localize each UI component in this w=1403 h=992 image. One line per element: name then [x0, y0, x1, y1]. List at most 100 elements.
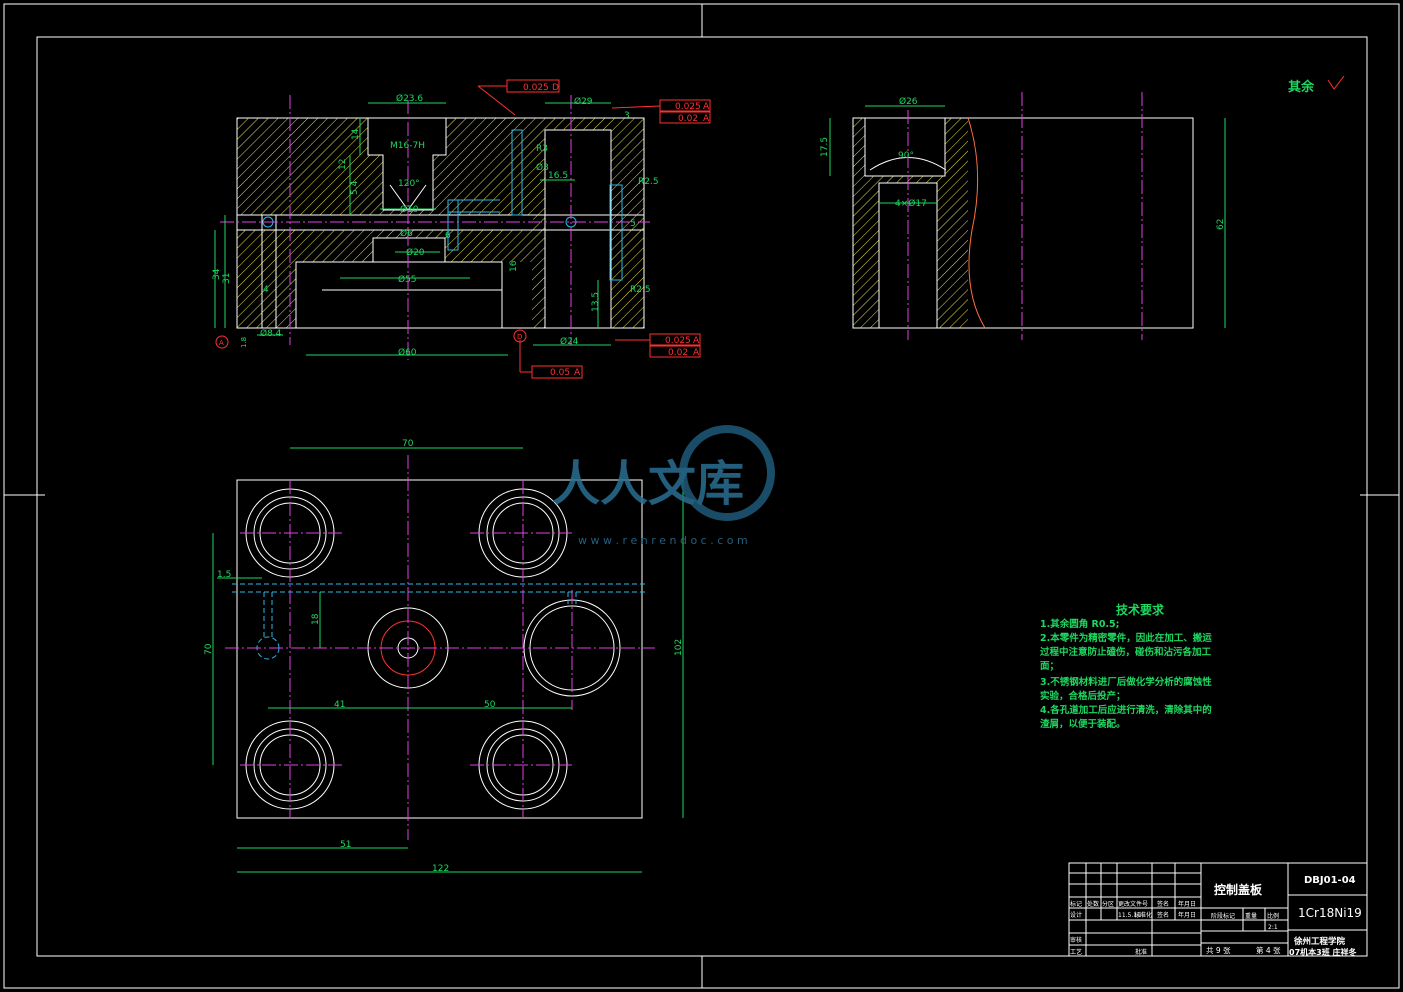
material: 1Cr18Ni19: [1298, 906, 1362, 920]
tb-col-mark: 标记: [1070, 900, 1082, 908]
roughness-label: 其余: [1288, 79, 1315, 95]
front-section-view: Ø23.6 Ø29 M16-7H 120° Ø3 R3 16.5 Ø10 Ø6 …: [212, 79, 711, 379]
dim-18: 18: [311, 613, 321, 625]
tech-line-8: 渣屑，以便于装配。: [1040, 718, 1126, 730]
tol-frame-4-datum: A: [693, 336, 700, 346]
dim-d3: Ø3: [536, 162, 549, 173]
watermark-url: w w w . r e n r e n d o c . c o m: [578, 534, 748, 547]
dim-41: 41: [334, 700, 345, 710]
tb-col-sign: 签名: [1157, 900, 1169, 908]
dim-d8-4: Ø8.4: [260, 328, 282, 339]
tb-process: 工艺: [1070, 948, 1082, 956]
tb-design: 设计: [1070, 911, 1082, 919]
dim-d24: Ø24: [560, 336, 579, 347]
dim-d23-6: Ø23.6: [396, 93, 423, 104]
tb-col-count: 处数: [1087, 900, 1099, 908]
title-block: 控制盖板 DBJ01-04 1Cr18Ni19 徐州工程学院 07机本3班 庄祥…: [1068, 862, 1368, 957]
tb-design-ymd: 年月日: [1178, 911, 1196, 919]
dim-122: 122: [432, 864, 449, 874]
dim-d10: Ø10: [400, 204, 419, 215]
roughness-symbol-icon: [1327, 75, 1345, 90]
tol-frame-1: 0.025: [523, 83, 549, 93]
tol-frame-4: 0.025: [665, 336, 691, 346]
tb-standardize: 标准化: [1134, 911, 1152, 919]
drawing-number: DBJ01-04: [1304, 875, 1356, 886]
dim-4xd17: 4×Ø17: [895, 198, 927, 209]
dim-r3: R3: [536, 144, 548, 154]
dim-1-5: 1.5: [217, 570, 231, 580]
tol-frame-3: 0.02: [678, 114, 698, 124]
watermark-title: 人人文库: [552, 456, 744, 512]
datum-a: A: [219, 339, 224, 347]
tol-frame-2: 0.025: [675, 102, 701, 112]
tb-col-zone: 分区: [1102, 900, 1114, 908]
tech-title: 技术要求: [1116, 602, 1165, 617]
tb-scale-label: 比例: [1267, 912, 1279, 920]
tech-line-6: 实验，合格后投产；: [1040, 690, 1126, 702]
tb-design-sign: 签名: [1157, 911, 1169, 919]
datum-d: D: [517, 333, 522, 341]
tb-weight: 重量: [1245, 912, 1257, 920]
dim-31: 31: [222, 273, 232, 284]
side-section-view: Ø26 17.5 90° 4×Ø17 62: [820, 92, 1226, 340]
dim-70-vertical: 70: [204, 643, 214, 655]
cad-drawing: Ø23.6 Ø29 M16-7H 120° Ø3 R3 16.5 Ø10 Ø6 …: [3, 3, 1400, 989]
dim-m16: M16-7H: [390, 141, 425, 151]
tb-col-change-doc: 更改文件号: [1118, 900, 1148, 908]
dim-r2-5-a: R2.5: [638, 177, 659, 187]
dim-3: 3: [624, 111, 630, 121]
tech-line-3: 过程中注意防止磕伤，碰伤和沾污各加工: [1040, 646, 1212, 658]
dim-34: 34: [212, 268, 222, 280]
dim-d20: Ø20: [406, 247, 425, 258]
dim-13-5: 13.5: [591, 292, 601, 312]
dim-1-8: 1.8: [240, 337, 248, 348]
dim-angle-90: 90°: [898, 151, 914, 161]
tech-line-7: 4.各孔道加工后应进行清洗，清除其中的: [1040, 704, 1212, 716]
school-name: 徐州工程学院: [1293, 936, 1346, 947]
dim-d60: Ø60: [398, 347, 417, 358]
dim-5: 5: [630, 219, 636, 229]
tech-line-5: 3.不锈钢材料进厂后做化学分析的腐蚀性: [1040, 676, 1212, 688]
roughness-note: 其余: [1288, 75, 1345, 95]
dim-16: 16: [509, 260, 519, 272]
dim-12: 12: [338, 159, 348, 170]
dim-16-5: 16.5: [548, 171, 568, 181]
dim-6: 6: [445, 231, 451, 241]
dim-62: 62: [1216, 219, 1226, 230]
tb-col-date: 年月日: [1178, 900, 1196, 908]
tol-frame-6: 0.05: [550, 368, 570, 378]
dim-70-horizontal: 70: [402, 439, 414, 449]
tol-frame-6-datum: A: [574, 368, 581, 378]
dim-4: 4: [263, 285, 269, 295]
part-name: 控制盖板: [1214, 882, 1263, 897]
tol-frame-1-datum: D: [552, 83, 559, 93]
tb-check: 审核: [1070, 936, 1082, 944]
dim-angle-120: 120°: [398, 179, 420, 189]
tech-line-4: 面；: [1040, 661, 1059, 672]
dim-d26: Ø26: [899, 96, 918, 107]
tb-approve: 批准: [1135, 948, 1147, 956]
sheet-number: 第 4 张: [1256, 945, 1281, 955]
tech-line-2: 2.本零件为精密零件，因此在加工、搬运: [1040, 632, 1212, 644]
class-author: 07机本3班 庄祥冬: [1289, 947, 1356, 957]
tb-stage: 阶段标记: [1211, 912, 1235, 920]
dim-r2-5-b: R2.5: [630, 285, 651, 295]
dim-50: 50: [484, 700, 496, 710]
dim-102: 102: [674, 639, 684, 656]
dim-d55: Ø55: [398, 274, 417, 285]
sheet-total: 共 9 张: [1206, 946, 1231, 955]
tol-frame-2-datum: A: [703, 102, 710, 112]
tb-scale: 2:1: [1268, 924, 1278, 931]
dim-d6: Ø6: [400, 228, 413, 239]
dim-14: 14: [351, 128, 361, 140]
dim-d29: Ø29: [574, 96, 593, 107]
dim-51: 51: [340, 840, 351, 850]
tol-frame-5: 0.02: [668, 348, 688, 358]
tech-requirements: 技术要求 1.其余圆角 R0.5; 2.本零件为精密零件，因此在加工、搬运 过程…: [1040, 602, 1212, 730]
dim-17-5: 17.5: [820, 137, 830, 157]
tech-line-1: 1.其余圆角 R0.5;: [1040, 618, 1119, 630]
watermark: 人人文库 w w w . r e n r e n d o c . c o m: [552, 425, 775, 547]
tol-frame-5-datum: A: [693, 348, 700, 358]
dim-5-4: 5.4: [350, 180, 360, 195]
tol-frame-3-datum: A: [703, 114, 710, 124]
